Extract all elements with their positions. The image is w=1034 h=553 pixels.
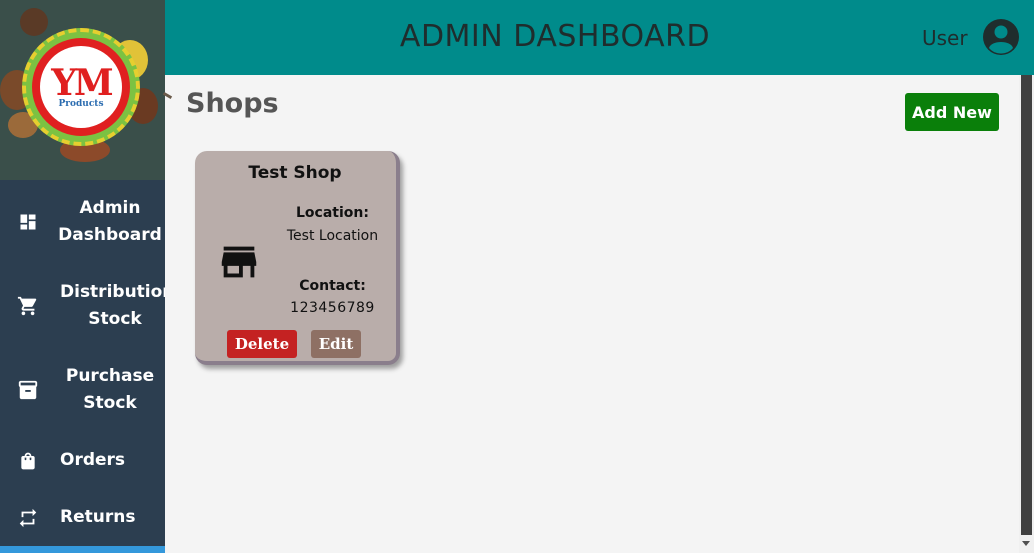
scrollbar-thumb[interactable]: [1021, 75, 1032, 535]
page-title: Shops: [186, 88, 279, 119]
archive-icon: [17, 379, 39, 401]
contact-value: 123456789: [290, 300, 375, 316]
sidebar-item-purchase-stock[interactable]: Purchase Stock: [0, 362, 165, 418]
add-new-button[interactable]: Add New: [905, 93, 999, 131]
edit-button[interactable]: Edit: [311, 330, 361, 358]
store-icon: [216, 239, 262, 285]
shop-name: Test Shop: [248, 163, 342, 183]
swap-icon: [17, 507, 39, 529]
logo-text: YM: [51, 62, 114, 104]
sidebar-item-distribution-stock[interactable]: Distribution Stock: [0, 278, 165, 334]
delete-button[interactable]: Delete: [227, 330, 297, 358]
logo-badge: YM Products: [40, 46, 122, 128]
page-header-title: ADMIN DASHBOARD: [399, 19, 711, 54]
bag-icon: [17, 450, 39, 472]
sidebar-item-orders[interactable]: Orders: [0, 446, 165, 476]
logo-subtext: Products: [58, 99, 104, 109]
scroll-down-icon[interactable]: [1022, 541, 1030, 546]
sidebar-item-label: Purchase Stock: [65, 366, 155, 413]
sidebar-item-admin-dashboard[interactable]: Admin Dashboard: [0, 194, 165, 250]
sidebar-item-label: Admin Dashboard: [58, 198, 162, 245]
sidebar-item-label: Distribution Stock: [60, 282, 165, 329]
user-avatar-icon[interactable]: [982, 18, 1020, 56]
location-label: Location:: [296, 205, 369, 221]
location-value: Test Location: [286, 228, 379, 244]
dashboard-icon: [17, 211, 39, 233]
sidebar-active-indicator: [0, 546, 165, 553]
cart-icon: [17, 295, 39, 317]
contact-label: Contact:: [299, 278, 366, 294]
scrollbar[interactable]: [1019, 75, 1034, 553]
user-label[interactable]: User: [922, 26, 968, 50]
shop-card: Test Shop Location: Test Location Contac…: [195, 151, 400, 365]
top-header: ADMIN DASHBOARD User: [165, 0, 1034, 75]
spice-decoration: [20, 8, 48, 36]
sidebar: YM Products Admin Dashboard Distribution…: [0, 0, 165, 553]
sidebar-item-returns[interactable]: Returns: [0, 503, 165, 533]
brand-logo[interactable]: YM Products: [0, 0, 165, 180]
sidebar-item-label: Returns: [60, 507, 136, 527]
sidebar-item-label: Orders: [60, 450, 126, 470]
